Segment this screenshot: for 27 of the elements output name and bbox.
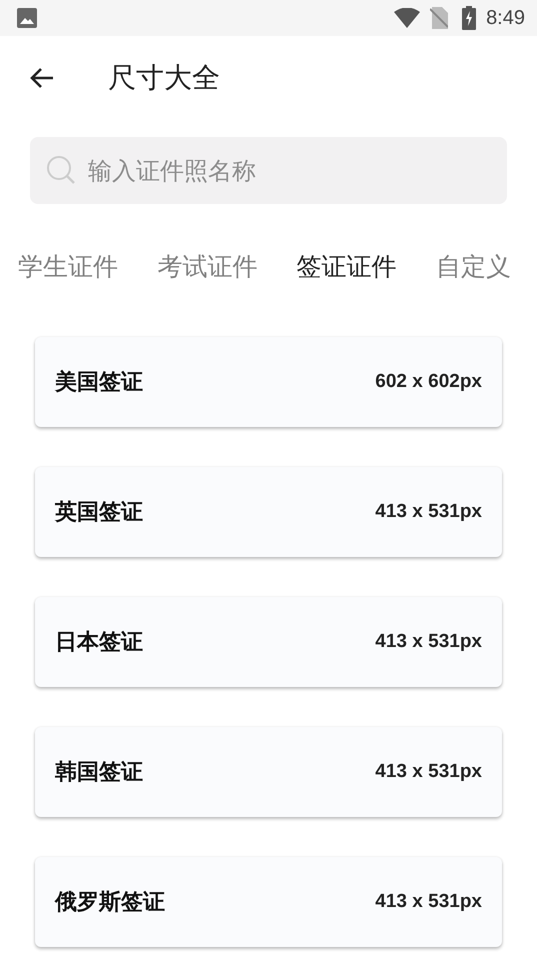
visa-name: 日本签证	[55, 629, 143, 657]
photo-size: 413 x 531px	[375, 501, 482, 523]
size-card[interactable]: 韩国签证 413 x 531px	[35, 727, 502, 817]
photo-size: 413 x 531px	[375, 631, 482, 653]
category-tab[interactable]: 签证证件	[296, 250, 397, 283]
category-tab[interactable]: 自定义	[436, 250, 511, 283]
search-field[interactable]: 输入证件照名称	[30, 137, 507, 204]
category-tab[interactable]: 考试证件	[157, 250, 258, 283]
image-icon	[17, 8, 37, 28]
visa-name: 英国签证	[55, 499, 143, 527]
battery-icon	[462, 6, 476, 30]
photo-size: 602 x 602px	[375, 371, 482, 393]
size-card[interactable]: 俄罗斯签证 413 x 531px	[35, 857, 502, 947]
page-title: 尺寸大全	[108, 60, 220, 96]
photo-size: 413 x 531px	[375, 891, 482, 913]
size-card[interactable]: 美国签证 602 x 602px	[35, 337, 502, 427]
wifi-icon	[394, 8, 420, 28]
size-card[interactable]: 英国签证 413 x 531px	[35, 467, 502, 557]
size-card[interactable]: 日本签证 413 x 531px	[35, 597, 502, 687]
visa-name: 韩国签证	[55, 759, 143, 787]
status-time: 8:49	[486, 6, 525, 30]
no-sim-icon	[430, 7, 448, 29]
visa-name: 美国签证	[55, 368, 143, 397]
search-icon	[46, 155, 76, 185]
visa-name: 俄罗斯签证	[55, 889, 165, 917]
category-tab[interactable]: 学生证件	[18, 250, 118, 283]
photo-size: 413 x 531px	[375, 761, 482, 783]
